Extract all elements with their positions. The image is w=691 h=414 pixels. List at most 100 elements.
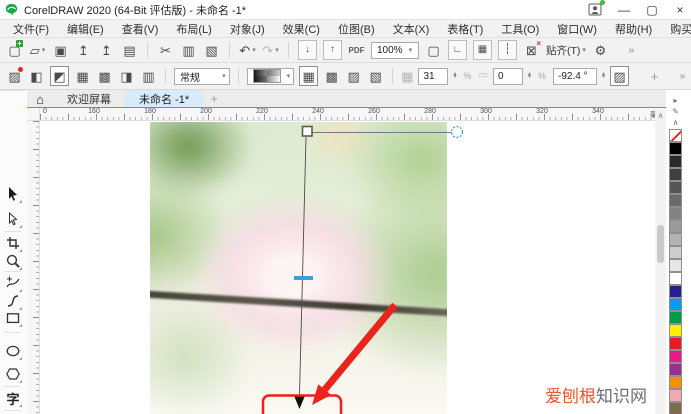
fountain-midpoint-slider[interactable] [294,276,313,280]
node-transparency-spinner[interactable]: ▴▾ [528,73,531,80]
text-tool[interactable]: 字 [3,388,23,408]
color-swatch[interactable] [669,194,682,207]
pattern-transparency-button[interactable]: ▦ [74,67,91,85]
scroll-up-arrow[interactable]: ∧ [655,111,666,120]
node-transparency-input[interactable]: 0 [493,68,523,85]
transparency-spinner[interactable]: ▴▾ [453,73,456,80]
color-swatch[interactable] [669,207,682,220]
undo-button[interactable]: ↶▾ [239,41,256,59]
polygon-tool[interactable] [3,364,23,384]
import-button[interactable]: ↓ [298,40,317,60]
rotation-handle[interactable] [452,127,463,138]
color-swatch[interactable] [669,311,682,324]
menu-item[interactable]: 工具(O) [492,21,548,37]
color-swatch[interactable] [669,298,682,311]
menu-item[interactable]: 帮助(H) [606,21,661,37]
new-tab-button[interactable]: + [203,90,225,108]
menu-item[interactable]: 布局(L) [167,21,220,37]
zoom-tool[interactable] [3,251,23,271]
scrollbar-thumb[interactable] [657,225,664,263]
zoom-level-select[interactable]: 100%▾ [371,42,419,59]
redo-button[interactable]: ↷▾ [262,41,279,59]
color-swatch[interactable] [669,181,682,194]
menu-item[interactable]: 位图(B) [329,21,384,37]
fountain-transparency-button[interactable]: ◩ [50,66,69,86]
drawing-canvas[interactable]: 爱刨根知识网 [40,121,655,414]
rotation-angle-input[interactable]: -92.4 ° [553,68,597,85]
ellipse-tool[interactable] [3,341,23,361]
color-swatch[interactable] [669,376,682,389]
show-grid-button[interactable]: ▦ [473,40,492,60]
no-transparency-button[interactable]: ▨ [6,67,23,85]
menu-item[interactable]: 文本(X) [384,21,439,37]
show-rulers-button[interactable]: ∟ [448,40,467,60]
menu-item[interactable]: 文件(F) [4,21,58,37]
ruler-origin-corner[interactable] [27,108,40,121]
open-button[interactable]: ▱▾ [29,41,46,59]
bitmap-transparency-button[interactable]: ◨ [118,67,135,85]
transparency-value-input[interactable]: 31 [418,68,448,85]
horizontal-ruler[interactable]: 毫米 0160180200220240260280300320340 [40,108,666,121]
uniform-transparency-button[interactable]: ◧ [28,67,45,85]
color-swatch[interactable] [669,324,682,337]
options-button[interactable]: ⚙ [592,41,609,59]
palette-flyout-icon[interactable]: ▸ [667,95,684,106]
menu-item[interactable]: 效果(C) [274,21,329,37]
color-swatch[interactable] [669,259,682,272]
rectangle-tool[interactable] [3,308,23,328]
eyedropper-icon[interactable]: ✎ [667,106,684,117]
freeze-transparency-button[interactable]: ▨ [610,66,629,86]
show-guidelines-button[interactable]: ┆ [498,40,517,60]
minimize-button[interactable]: — [617,3,631,17]
save-button[interactable]: ▣ [52,41,69,59]
color-swatch[interactable] [669,220,682,233]
shape-tool[interactable] [3,209,23,229]
color-swatch[interactable] [669,285,682,298]
menu-item[interactable]: 表格(T) [438,21,492,37]
paste-button[interactable]: ▧ [203,41,220,59]
color-swatch[interactable] [669,246,682,259]
color-swatch[interactable] [669,129,682,142]
transparency-picker[interactable]: ▾ [247,68,295,85]
color-swatch[interactable] [669,389,682,402]
new-document-button[interactable]: ▢+ [6,41,23,59]
fullscreen-preview-button[interactable]: ▢ [425,41,442,59]
print-button[interactable]: ▤ [121,41,138,59]
publish-pdf-button[interactable]: PDF [348,41,365,59]
color-swatch[interactable] [669,363,682,376]
menu-item[interactable]: 查看(V) [113,21,168,37]
fountain-start-handle[interactable] [303,127,313,137]
upload-button[interactable]: ↥ [75,41,92,59]
menu-item[interactable]: 窗口(W) [548,21,606,37]
menu-item[interactable]: 购买 [661,21,691,37]
color-swatch[interactable] [669,402,682,414]
copy-button[interactable]: ▥ [180,41,197,59]
color-swatch[interactable] [669,155,682,168]
color-swatch[interactable] [669,168,682,181]
vertical-scrollbar[interactable]: ∧ [655,110,666,414]
toolbar-overflow-button[interactable]: » [623,41,640,59]
cut-button[interactable]: ✂ [157,41,174,59]
menu-item[interactable]: 对象(J) [221,21,274,37]
pick-tool[interactable] [3,184,23,204]
export-button[interactable]: ↑ [323,40,342,60]
color-swatch[interactable] [669,350,682,363]
rectangular-fountain-button[interactable]: ▧ [367,67,384,85]
vertical-ruler[interactable] [27,121,40,414]
tab-untitled-document[interactable]: 未命名 -1* [125,90,203,108]
color-transparency-button[interactable]: ▥ [140,67,157,85]
snap-toggle-button[interactable]: ⊠× [523,41,540,59]
merge-mode-select[interactable]: 常规▾ [174,68,230,85]
home-tab-button[interactable]: ⌂ [27,90,53,108]
palette-scroll-up-icon[interactable]: ∧ [667,117,684,128]
linear-fountain-button[interactable]: ▦ [299,66,318,86]
color-swatch[interactable] [669,233,682,246]
color-swatch[interactable] [669,272,682,285]
snap-to-menu-button[interactable]: 贴齐(T)▾ [546,41,586,59]
rotation-angle-spinner[interactable]: ▴▾ [602,73,605,80]
texture-transparency-button[interactable]: ▩ [96,67,113,85]
color-swatch[interactable] [669,142,682,155]
signin-account-icon[interactable] [588,2,603,17]
add-preset-button[interactable]: + [646,67,663,85]
conical-fountain-button[interactable]: ▨ [345,67,362,85]
